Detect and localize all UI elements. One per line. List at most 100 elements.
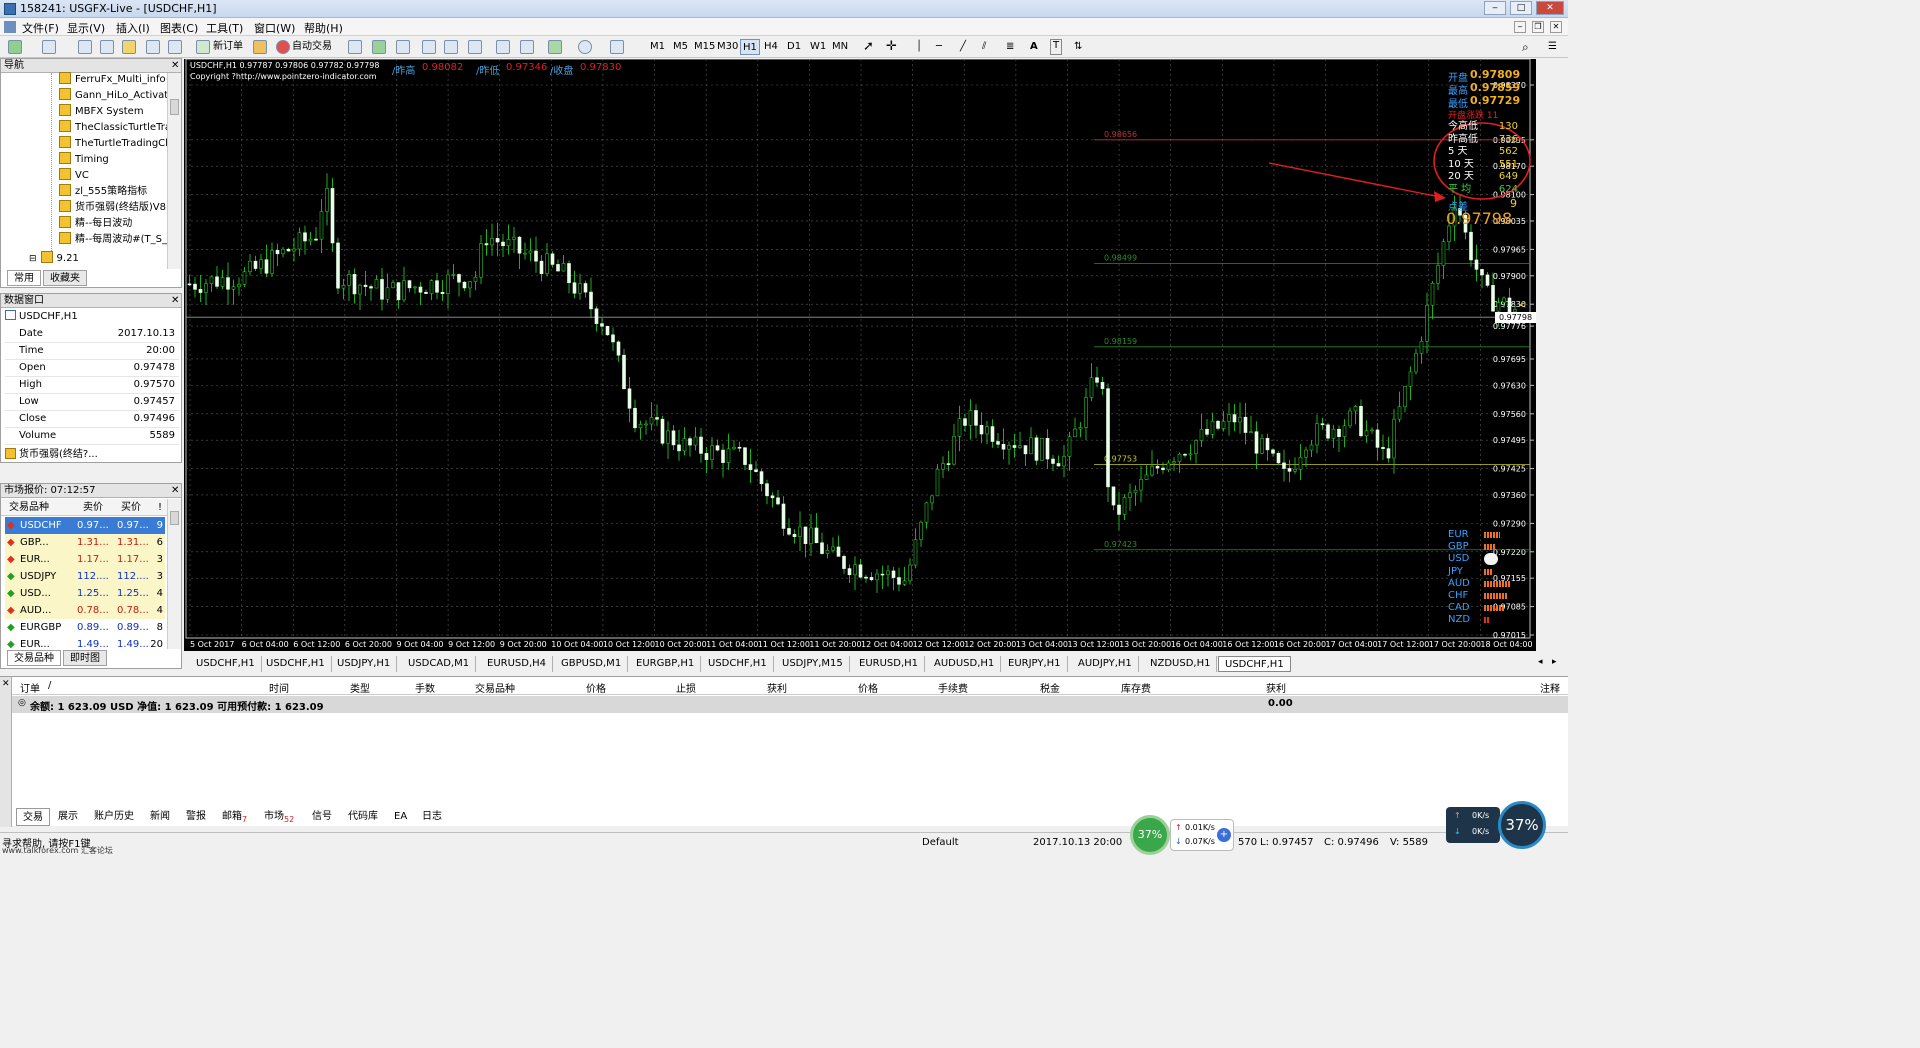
community-icon[interactable]: ☰	[1548, 39, 1557, 55]
navigator-item[interactable]: FerruFx_Multi_info+	[59, 72, 174, 88]
market-watch-icon[interactable]	[78, 40, 92, 54]
market-tab-tick[interactable]: 即时图	[63, 650, 107, 666]
col-lots[interactable]: 手数	[415, 680, 435, 695]
navigator-item[interactable]: VC	[59, 168, 89, 184]
col-price-current[interactable]: 价格	[858, 680, 878, 695]
candlestick-chart-svg[interactable]: 0.983700.982350.981700.981000.980350.979…	[184, 59, 1536, 651]
auto-trade-icon[interactable]	[276, 40, 290, 54]
market-row[interactable]: ◆ USD... 1.25... 1.25... 4	[5, 585, 165, 602]
chart-tab[interactable]: EURUSD,H1	[853, 656, 926, 672]
menu-tools[interactable]: 工具(T)	[206, 20, 243, 36]
navigator-item[interactable]: Timing	[59, 152, 109, 168]
chart-tab[interactable]: GBPUSD,M1	[555, 656, 629, 672]
minimize-button[interactable]: ‒	[1484, 1, 1506, 15]
data-window-icon[interactable]	[100, 40, 114, 54]
menu-insert[interactable]: 插入(I)	[116, 20, 150, 36]
profiles-icon[interactable]	[42, 40, 56, 54]
terminal-tab-market[interactable]: 市场52	[258, 808, 300, 826]
vertical-line-icon[interactable]: │	[916, 39, 922, 55]
strategy-tester-icon[interactable]	[168, 40, 182, 54]
col-taxes[interactable]: 税金	[1040, 680, 1060, 695]
mdi-close-button[interactable]: ✕	[1550, 21, 1562, 33]
chart-tab[interactable]: USDCHF,H1	[702, 656, 774, 672]
maximize-button[interactable]: □	[1510, 1, 1532, 15]
mdi-restore-button[interactable]: ❐	[1532, 21, 1544, 33]
chart-tab[interactable]: EURUSD,H4	[481, 656, 554, 672]
cpu-gauge[interactable]: 37%	[1130, 815, 1170, 855]
terminal-tab-journal[interactable]: 日志	[416, 808, 448, 826]
scroll-thumb[interactable]	[170, 511, 179, 525]
scroll-right-icon[interactable]: ▸	[1552, 657, 1557, 667]
plus-icon[interactable]: +	[1217, 828, 1231, 842]
menu-file[interactable]: 文件(F)	[22, 20, 59, 36]
chart-tab[interactable]: AUDUSD,H1	[928, 656, 1002, 672]
terminal-close-icon[interactable]: ✕	[2, 679, 10, 689]
expand-icon[interactable]: ⊟	[29, 254, 37, 264]
terminal-tab-alerts[interactable]: 警报	[180, 808, 212, 826]
bar-chart-icon[interactable]	[348, 40, 362, 54]
channel-icon[interactable]: ⫽	[982, 39, 986, 55]
market-watch-scrollbar[interactable]	[167, 499, 181, 649]
terminal-icon[interactable]	[146, 40, 160, 54]
trendline-icon[interactable]: ╱	[960, 39, 966, 55]
auto-trade-button[interactable]: 自动交易	[292, 39, 332, 55]
data-window-close-icon[interactable]: ✕	[171, 295, 179, 306]
chart-tab[interactable]: AUDJPY,H1	[1072, 656, 1139, 672]
tf-h1[interactable]: H1	[740, 39, 760, 55]
chart-tab[interactable]: USDCHF,H1	[190, 656, 262, 672]
mdi-minimize-button[interactable]: ‒	[1514, 21, 1526, 33]
tf-m5[interactable]: M5	[673, 39, 688, 55]
navigator-folder[interactable]: ⊟ 9.21	[29, 251, 79, 267]
navigator-item[interactable]: 精--每日波动	[59, 216, 132, 232]
templates-icon[interactable]	[610, 40, 624, 54]
market-row[interactable]: ◆ EURGBP 0.89... 0.89... 8	[5, 619, 165, 636]
chart-tab[interactable]: EURGBP,H1	[630, 656, 702, 672]
indicators-icon[interactable]	[548, 40, 562, 54]
chart-tab[interactable]: NZDUSD,H1	[1144, 656, 1218, 672]
candlestick-icon[interactable]	[372, 40, 386, 54]
navigator-item[interactable]: zl_555策略指标	[59, 184, 147, 200]
terminal-tab-codebase[interactable]: 代码库	[342, 808, 384, 826]
navigator-item[interactable]: Gann_HiLo_Activato	[59, 88, 174, 104]
tf-w1[interactable]: W1	[810, 39, 826, 55]
col-price[interactable]: 价格	[586, 680, 606, 695]
col-commission[interactable]: 手续费	[938, 680, 968, 695]
tf-m30[interactable]: M30	[717, 39, 738, 55]
col-spread[interactable]: !	[158, 499, 162, 516]
tf-mn[interactable]: MN	[832, 39, 848, 55]
arrows-icon[interactable]: ⇅	[1074, 39, 1082, 55]
market-row[interactable]: ◆ USDJPY 112.... 112.... 3	[5, 568, 165, 585]
periods-icon[interactable]	[578, 40, 592, 54]
balance-row[interactable]: ◎ 余额: 1 623.09 USD 净值: 1 623.09 可用预付款: 1…	[12, 696, 1568, 713]
navigator-item[interactable]: 精--每周波动#(T_S_	[59, 232, 167, 248]
col-bid[interactable]: 卖价	[83, 499, 103, 516]
col-order[interactable]: 订单	[20, 680, 40, 695]
metaeditor-icon[interactable]	[253, 40, 267, 54]
text-label-icon[interactable]: T	[1050, 39, 1063, 55]
new-order-icon[interactable]	[196, 40, 210, 54]
menu-charts[interactable]: 图表(C)	[160, 20, 198, 36]
line-chart-icon[interactable]	[396, 40, 410, 54]
horizontal-line-icon[interactable]: ─	[936, 39, 942, 55]
col-sl[interactable]: 止损	[676, 680, 696, 695]
new-order-button[interactable]: 新订单	[213, 39, 243, 55]
navigator-icon[interactable]	[122, 40, 136, 54]
col-tp[interactable]: 获利	[767, 680, 787, 695]
new-chart-icon[interactable]	[8, 40, 22, 54]
navigator-close-icon[interactable]: ✕	[171, 60, 179, 71]
chart-tab-active[interactable]: USDCHF,H1	[1218, 656, 1291, 672]
zoom-out-icon[interactable]	[444, 40, 458, 54]
col-symbol[interactable]: 交易品种	[9, 499, 49, 516]
tf-m1[interactable]: M1	[650, 39, 665, 55]
terminal-tab-mailbox[interactable]: 邮箱7	[216, 808, 253, 826]
navigator-tab-common[interactable]: 常用	[7, 270, 41, 286]
tf-d1[interactable]: D1	[787, 39, 801, 55]
text-icon[interactable]: A	[1030, 39, 1038, 55]
market-row[interactable]: ◆ AUD... 0.78... 0.78... 4	[5, 602, 165, 619]
fibonacci-icon[interactable]: ≣	[1006, 39, 1014, 55]
chart-tab[interactable]: USDCAD,M1	[402, 656, 477, 672]
navigator-item[interactable]: TheTurtleTradingCl	[59, 136, 168, 152]
col-ask[interactable]: 买价	[121, 499, 141, 516]
navigator-tab-favorites[interactable]: 收藏夹	[43, 270, 87, 286]
terminal-tab-news[interactable]: 新闻	[144, 808, 176, 826]
